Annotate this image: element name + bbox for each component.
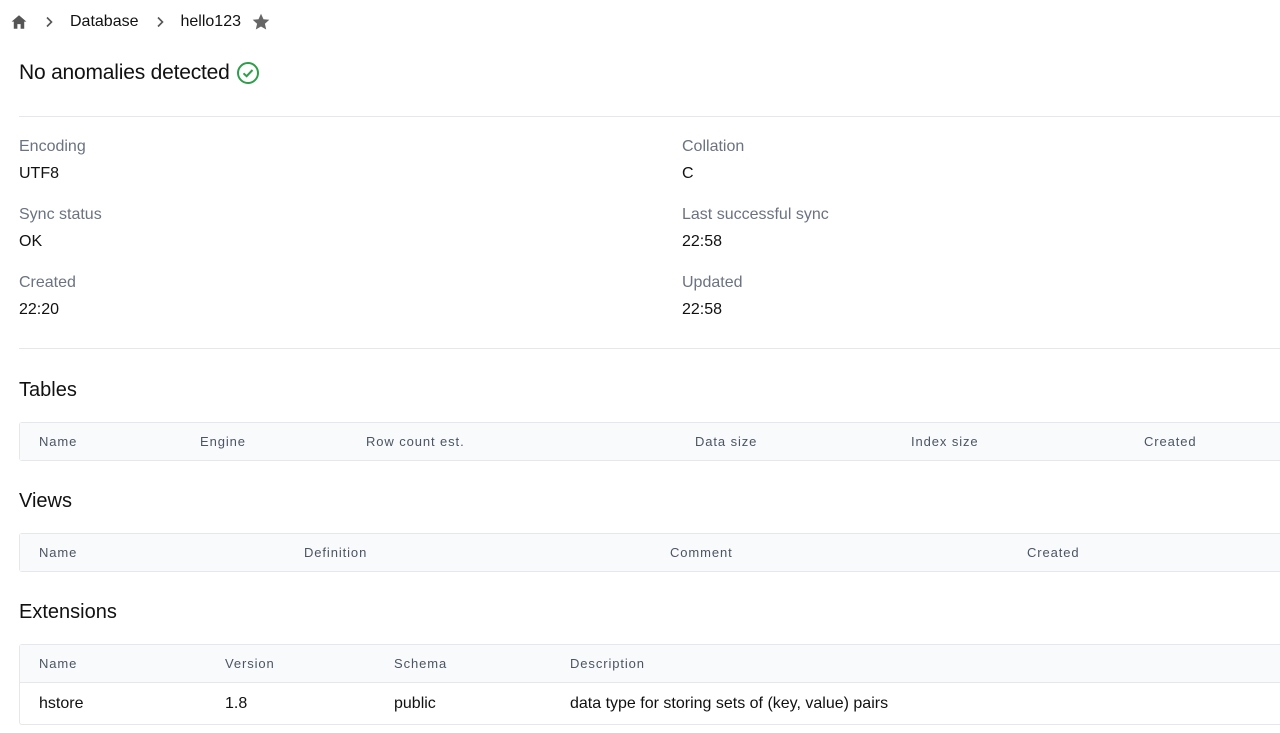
column-header-row-count[interactable]: Row count est. — [366, 423, 465, 460]
info-value: C — [682, 165, 694, 182]
database-detail-page: Database hello123 No anomalies detected … — [0, 0, 1280, 733]
table-header: Name Engine Row count est. Data size Ind… — [20, 423, 1280, 460]
info-label: Encoding — [19, 138, 86, 155]
views-table: Name Definition Comment Created — [19, 533, 1280, 572]
info-label: Collation — [682, 138, 745, 155]
info-left-column: Encoding UTF8 Sync status OK Created 22:… — [19, 137, 102, 341]
info-encoding: Encoding UTF8 — [19, 137, 102, 205]
info-label: Updated — [682, 274, 743, 291]
info-collation: Collation C — [682, 137, 829, 205]
column-header-comment[interactable]: Comment — [670, 534, 733, 571]
info-right-column: Collation C Last successful sync 22:58 U… — [682, 137, 829, 341]
column-header-name[interactable]: Name — [39, 645, 77, 682]
info-value: 22:58 — [682, 233, 723, 250]
table-header: Name Definition Comment Created — [20, 534, 1280, 571]
chevron-right-icon — [153, 15, 167, 29]
page-title: No anomalies detected — [19, 61, 230, 84]
chevron-right-icon — [42, 15, 56, 29]
info-value: 22:20 — [19, 301, 60, 318]
extensions-table: Name Version Schema Description hstore 1… — [19, 644, 1280, 725]
column-header-data-size[interactable]: Data size — [695, 423, 757, 460]
breadcrumb: Database hello123 — [10, 10, 271, 34]
info-value: UTF8 — [19, 165, 59, 182]
table-row[interactable]: hstore 1.8 public data type for storing … — [20, 682, 1280, 724]
breadcrumb-current: hello123 — [180, 13, 242, 30]
breadcrumb-database[interactable]: Database — [70, 13, 139, 31]
tables-table: Name Engine Row count est. Data size Ind… — [19, 422, 1280, 461]
info-label: Sync status — [19, 206, 102, 223]
info-sync-status: Sync status OK — [19, 205, 102, 273]
table-header: Name Version Schema Description — [20, 645, 1280, 682]
info-label: Last successful sync — [682, 206, 829, 223]
cell-version: 1.8 — [225, 695, 248, 712]
extensions-section-title: Extensions — [19, 601, 117, 623]
column-header-index-size[interactable]: Index size — [911, 423, 979, 460]
star-icon[interactable] — [251, 12, 271, 32]
column-header-engine[interactable]: Engine — [200, 423, 246, 460]
column-header-created[interactable]: Created — [1027, 534, 1080, 571]
column-header-version[interactable]: Version — [225, 645, 275, 682]
cell-schema: public — [394, 695, 436, 712]
info-value: 22:58 — [682, 301, 723, 318]
info-label: Created — [19, 274, 76, 291]
info-last-sync: Last successful sync 22:58 — [682, 205, 829, 273]
home-icon[interactable] — [10, 13, 28, 31]
views-section-title: Views — [19, 490, 72, 512]
divider — [19, 116, 1280, 117]
column-header-definition[interactable]: Definition — [304, 534, 367, 571]
cell-name: hstore — [39, 695, 84, 712]
column-header-created[interactable]: Created — [1144, 423, 1197, 460]
divider — [19, 348, 1280, 349]
column-header-name[interactable]: Name — [39, 534, 77, 571]
info-value: OK — [19, 233, 43, 250]
column-header-description[interactable]: Description — [570, 645, 645, 682]
info-updated: Updated 22:58 — [682, 273, 829, 341]
cell-description: data type for storing sets of (key, valu… — [570, 695, 889, 712]
column-header-schema[interactable]: Schema — [394, 645, 447, 682]
info-created: Created 22:20 — [19, 273, 102, 341]
column-header-name[interactable]: Name — [39, 423, 77, 460]
anomaly-status: No anomalies detected — [19, 61, 260, 85]
tables-section-title: Tables — [19, 379, 77, 401]
check-circle-icon — [236, 61, 260, 85]
